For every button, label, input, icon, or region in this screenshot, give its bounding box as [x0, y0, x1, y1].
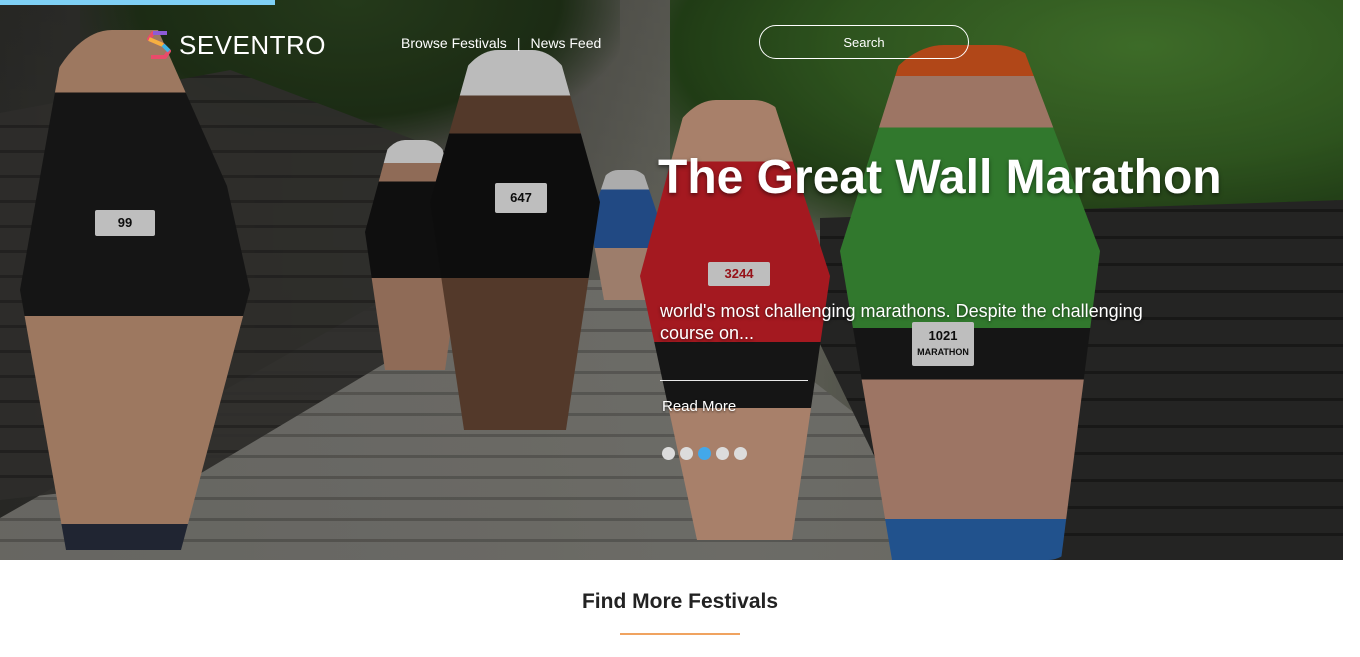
- brand-name: SEVENTRO: [179, 29, 327, 60]
- carousel-dot[interactable]: [698, 447, 711, 460]
- carousel-dot[interactable]: [662, 447, 675, 460]
- slide-divider: [660, 380, 808, 381]
- main-nav: Browse Festivals | News Feed: [401, 35, 601, 51]
- carousel-dot[interactable]: [680, 447, 693, 460]
- hero-banner: 99 647 3244 1021 MARATHON: [0, 0, 1343, 560]
- read-more-link[interactable]: Read More: [662, 398, 736, 415]
- top-loading-bar: [0, 0, 275, 5]
- carousel-dot[interactable]: [716, 447, 729, 460]
- slide-excerpt: world's most challenging marathons. Desp…: [660, 301, 1143, 343]
- nav-link-news-feed[interactable]: News Feed: [530, 35, 601, 51]
- nav-separator: |: [516, 35, 521, 51]
- logo-icon: [147, 31, 171, 59]
- hero-overlay: [0, 0, 1343, 560]
- nav-link-browse-festivals[interactable]: Browse Festivals: [401, 35, 507, 51]
- brand-logo-link[interactable]: SEVENTRO: [147, 29, 326, 61]
- search-input[interactable]: [759, 25, 969, 59]
- section-title-underline: [620, 633, 740, 635]
- section-title: Find More Festivals: [581, 590, 779, 613]
- slide-title: The Great Wall Marathon: [658, 151, 1222, 204]
- carousel-pagination: [662, 447, 747, 460]
- scrollbar-track[interactable]: [1343, 0, 1360, 657]
- carousel-dot[interactable]: [734, 447, 747, 460]
